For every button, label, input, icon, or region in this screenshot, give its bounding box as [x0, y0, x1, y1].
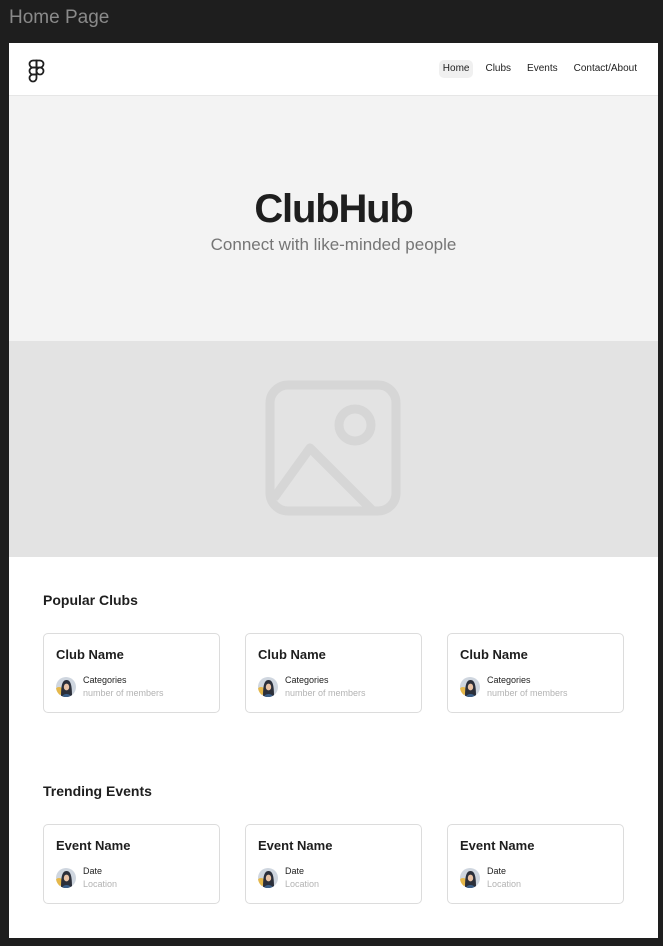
club-card[interactable]: Club Name Categories number of members	[245, 633, 422, 713]
frame-title: Home Page	[9, 7, 110, 28]
avatar	[56, 676, 76, 697]
event-location: Location	[487, 879, 522, 889]
event-location: Location	[285, 879, 320, 889]
image-placeholder	[9, 341, 658, 557]
event-date: Date	[487, 866, 507, 876]
card-meta: Categories number of members	[258, 674, 409, 699]
card-title: Event Name	[56, 838, 131, 853]
club-category: Categories	[487, 675, 531, 685]
club-member-count: number of members	[487, 688, 568, 698]
event-card[interactable]: Event Name Date Location	[447, 824, 624, 904]
club-category: Categories	[285, 675, 329, 685]
club-member-count: number of members	[83, 688, 164, 698]
club-cards: Club Name Categories number of members C…	[43, 633, 624, 713]
avatar	[56, 867, 76, 888]
card-title: Club Name	[56, 647, 124, 662]
avatar	[258, 867, 278, 888]
trending-events-section: Trending Events Event Name Date Location…	[43, 783, 624, 904]
nav-links: Home Clubs Events Contact/About	[438, 60, 641, 78]
avatar	[460, 676, 480, 697]
event-cards: Event Name Date Location Event Name Date…	[43, 824, 624, 904]
hero-title: ClubHub	[254, 187, 413, 231]
event-card[interactable]: Event Name Date Location	[43, 824, 220, 904]
card-meta: Categories number of members	[460, 674, 611, 699]
hero-subtitle: Connect with like-minded people	[210, 235, 457, 254]
card-title: Club Name	[460, 647, 528, 662]
event-date: Date	[83, 866, 103, 876]
club-card[interactable]: Club Name Categories number of members	[43, 633, 220, 713]
card-title: Club Name	[258, 647, 326, 662]
nav-link-events[interactable]: Events	[523, 60, 562, 78]
figma-logo-icon[interactable]	[28, 59, 45, 83]
section-title-trending-events: Trending Events	[43, 783, 152, 799]
club-category: Categories	[83, 675, 127, 685]
hero-section: ClubHub Connect with like-minded people	[9, 96, 658, 341]
card-meta: Date Location	[56, 865, 207, 890]
nav-link-contact-about[interactable]: Contact/About	[570, 60, 641, 78]
avatar	[460, 867, 480, 888]
popular-clubs-section: Popular Clubs Club Name Categories numbe…	[43, 592, 624, 713]
nav-link-clubs[interactable]: Clubs	[481, 60, 515, 78]
avatar	[258, 676, 278, 697]
event-location: Location	[83, 879, 118, 889]
club-member-count: number of members	[285, 688, 366, 698]
event-card[interactable]: Event Name Date Location	[245, 824, 422, 904]
nav-link-home[interactable]: Home	[438, 60, 474, 78]
home-page-frame: Home Clubs Events Contact/About ClubHub …	[9, 43, 658, 938]
club-card[interactable]: Club Name Categories number of members	[447, 633, 624, 713]
card-title: Event Name	[258, 838, 333, 853]
card-meta: Date Location	[460, 865, 611, 890]
navbar: Home Clubs Events Contact/About	[9, 43, 658, 96]
event-date: Date	[285, 866, 305, 876]
image-placeholder-icon	[265, 380, 401, 516]
section-title-popular-clubs: Popular Clubs	[43, 592, 138, 608]
card-meta: Categories number of members	[56, 674, 207, 699]
card-meta: Date Location	[258, 865, 409, 890]
card-title: Event Name	[460, 838, 535, 853]
